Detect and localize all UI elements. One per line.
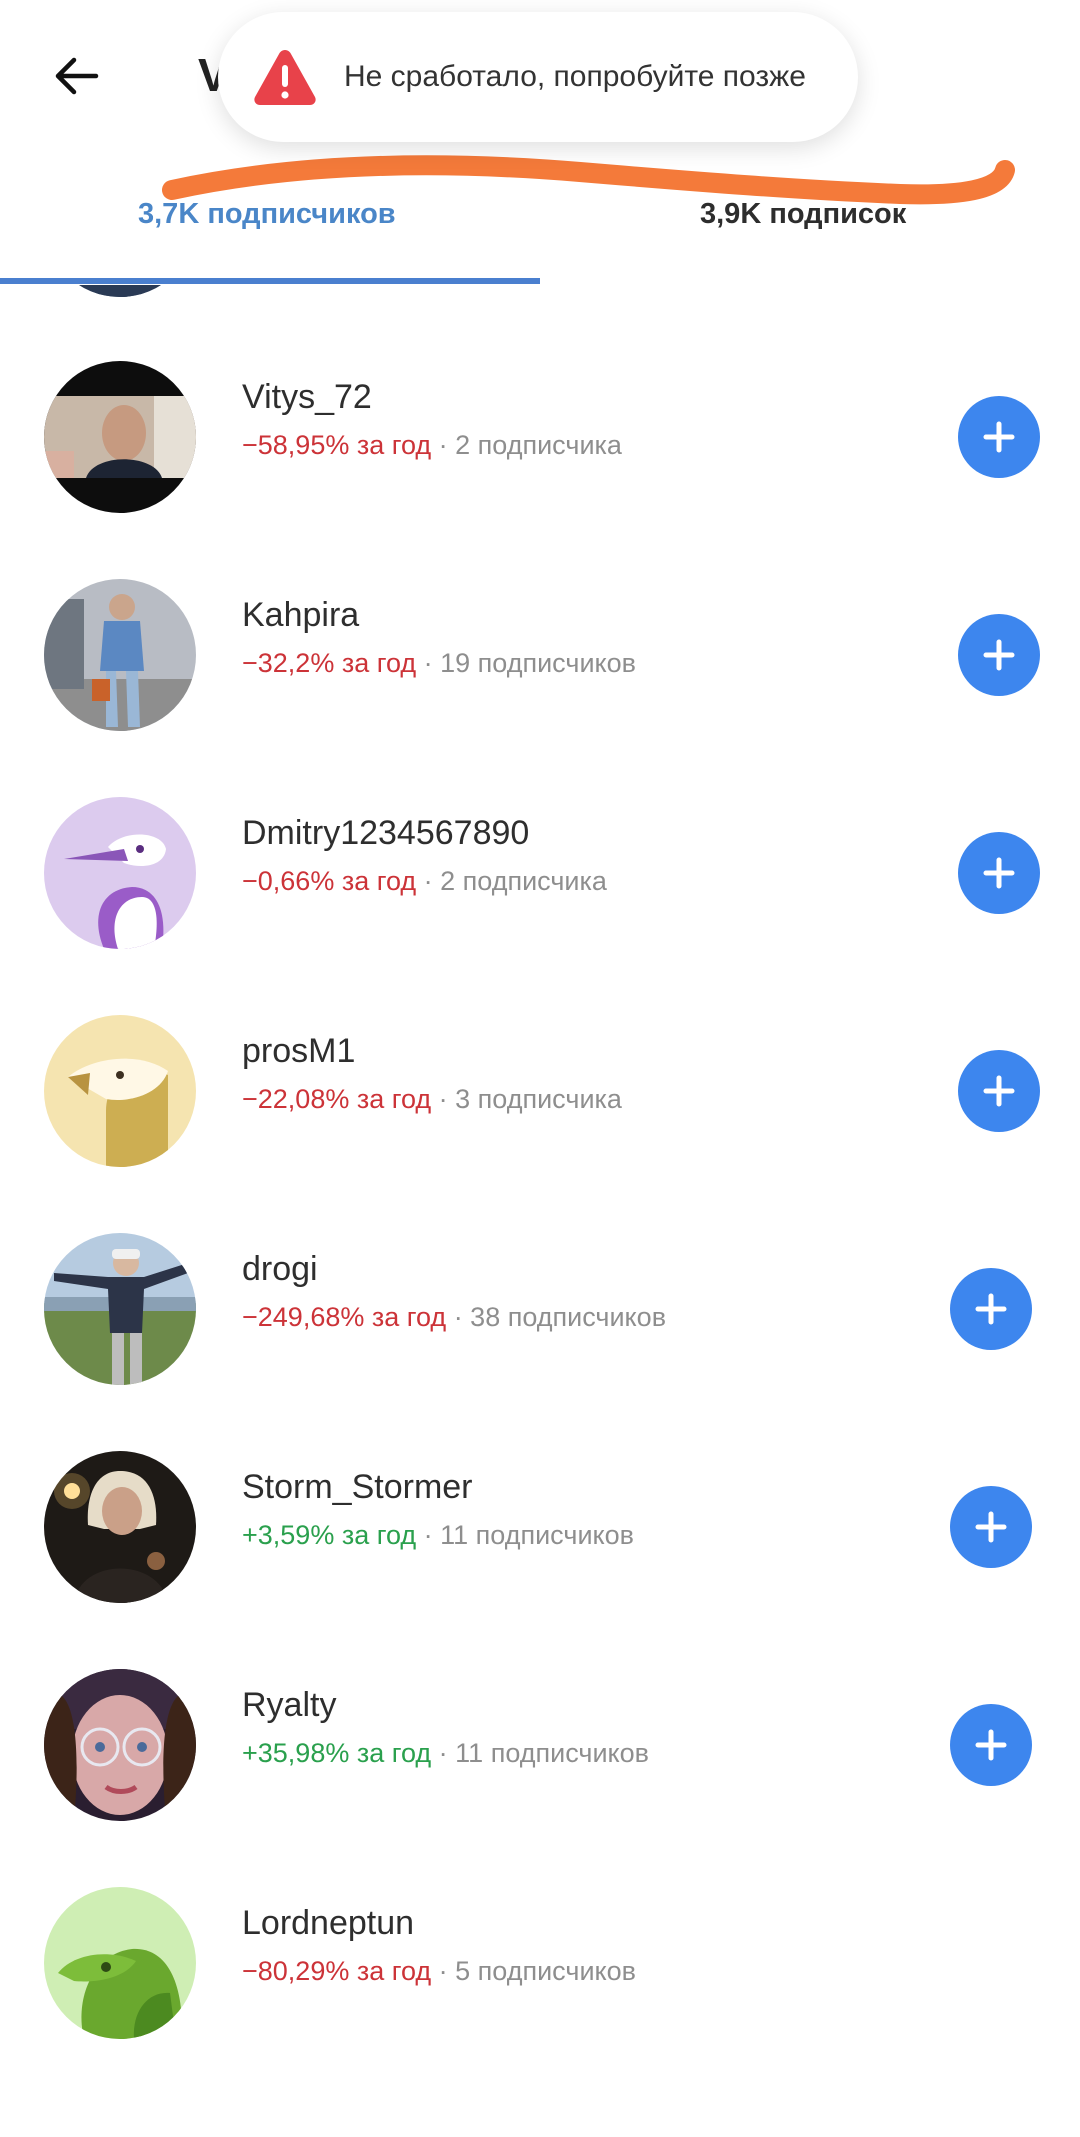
follower-count: · 19 подписчиков	[416, 648, 637, 678]
follower-count: · 2 подписчика	[416, 866, 607, 896]
list-item[interactable]	[0, 282, 1080, 320]
yearly-change: −32,2% за год	[242, 648, 417, 678]
avatar	[44, 1451, 196, 1603]
user-name[interactable]: prosM1	[242, 1032, 355, 1071]
arrow-left-icon	[55, 57, 99, 95]
follow-button[interactable]	[958, 1050, 1040, 1132]
user-meta: +3,59% за год · 11 подписчиков	[242, 1520, 634, 1551]
warning-icon	[254, 50, 316, 105]
plus-icon	[983, 857, 1015, 889]
follower-count: · 2 подписчика	[431, 430, 622, 460]
user-meta: −80,29% за год · 5 подписчиков	[242, 1956, 636, 1987]
avatar	[44, 361, 196, 513]
list-item[interactable]: prosM1 −22,08% за год · 3 подписчика	[0, 972, 1080, 1190]
plus-icon	[975, 1293, 1007, 1325]
user-meta: −0,66% за год · 2 подписчика	[242, 866, 607, 897]
follower-count: · 11 подписчиков	[416, 1520, 635, 1550]
toast-message: Не сработало, попробуйте позже	[344, 60, 806, 93]
followers-list[interactable]: Vitys_72 −58,95% за год · 2 подписчика K…	[0, 282, 1080, 2137]
follow-button[interactable]	[950, 1704, 1032, 1786]
follow-button[interactable]	[958, 832, 1040, 914]
user-name[interactable]: Dmitry1234567890	[242, 814, 529, 853]
yearly-change: +3,59% за год	[242, 1520, 417, 1550]
avatar	[44, 1887, 196, 2039]
active-tab-indicator	[0, 278, 540, 284]
scribble-annotation	[162, 155, 1015, 205]
list-item[interactable]: Dmitry1234567890 −0,66% за год · 2 подпи…	[0, 754, 1080, 972]
list-item[interactable]: Lordneptun −80,29% за год · 5 подписчико…	[0, 1844, 1080, 2062]
user-name[interactable]: Vitys_72	[242, 378, 372, 417]
user-meta: +35,98% за год · 11 подписчиков	[242, 1738, 649, 1769]
avatar	[44, 797, 196, 949]
plus-icon	[983, 421, 1015, 453]
follower-count: · 38 подписчиков	[446, 1302, 667, 1332]
yearly-change: −58,95% за год	[242, 430, 432, 460]
yearly-change: −249,68% за год	[242, 1302, 447, 1332]
plus-icon	[983, 639, 1015, 671]
avatar	[44, 1233, 196, 1385]
list-item[interactable]: Ryalty +35,98% за год · 11 подписчиков	[0, 1626, 1080, 1844]
plus-icon	[983, 1075, 1015, 1107]
yearly-change: −22,08% за год	[242, 1084, 432, 1114]
follow-button[interactable]	[950, 1486, 1032, 1568]
yearly-change: +35,98% за год	[242, 1738, 432, 1768]
user-meta: −32,2% за год · 19 подписчиков	[242, 648, 636, 679]
user-name[interactable]: drogi	[242, 1250, 318, 1289]
avatar	[44, 1015, 196, 1167]
avatar	[44, 579, 196, 731]
follower-count: · 11 подписчиков	[431, 1738, 650, 1768]
user-meta: −58,95% за год · 2 подписчика	[242, 430, 622, 461]
user-meta: −22,08% за год · 3 подписчика	[242, 1084, 622, 1115]
user-name[interactable]: Lordneptun	[242, 1904, 414, 1943]
avatar	[44, 1669, 196, 1821]
error-toast: Не сработало, попробуйте позже	[218, 12, 858, 142]
user-name[interactable]: Storm_Stormer	[242, 1468, 473, 1507]
list-item[interactable]: Storm_Stormer +3,59% за год · 11 подписч…	[0, 1408, 1080, 1626]
plus-icon	[975, 1511, 1007, 1543]
follow-button[interactable]	[950, 1268, 1032, 1350]
list-item[interactable]: Kahpira −32,2% за год · 19 подписчиков	[0, 536, 1080, 754]
yearly-change: −0,66% за год	[242, 866, 417, 896]
list-item[interactable]: Vitys_72 −58,95% за год · 2 подписчика	[0, 318, 1080, 536]
list-item[interactable]: drogi −249,68% за год · 38 подписчиков	[0, 1190, 1080, 1408]
user-name[interactable]: Ryalty	[242, 1686, 336, 1725]
follower-count: · 5 подписчиков	[431, 1956, 637, 1986]
back-button[interactable]	[40, 40, 112, 112]
user-meta: −249,68% за год · 38 подписчиков	[242, 1302, 666, 1333]
follow-button[interactable]	[958, 614, 1040, 696]
follow-button[interactable]	[958, 396, 1040, 478]
user-name[interactable]: Kahpira	[242, 596, 359, 635]
yearly-change: −80,29% за год	[242, 1956, 432, 1986]
plus-icon	[975, 1729, 1007, 1761]
follower-count: · 3 подписчика	[431, 1084, 622, 1114]
